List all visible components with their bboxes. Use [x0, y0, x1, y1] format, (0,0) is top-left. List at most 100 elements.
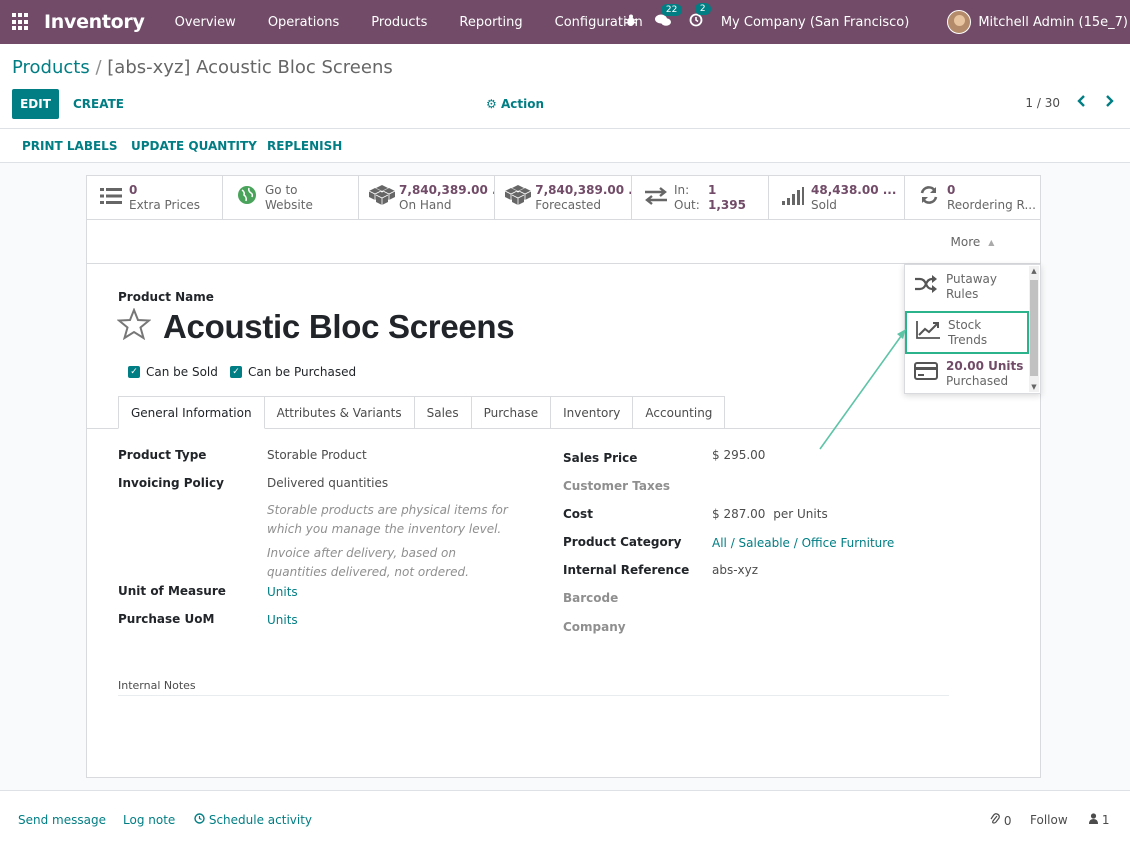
menu-reporting[interactable]: Reporting: [443, 15, 538, 30]
can-be-purchased-label: Can be Purchased: [248, 365, 357, 379]
on-hand-button[interactable]: 7,840,389.00 .. On Hand: [359, 176, 495, 220]
send-message-button[interactable]: Send message: [18, 813, 106, 827]
purchased-button[interactable]: 20.00 Units Purchased: [905, 352, 1029, 395]
out-value: 1,395: [708, 197, 746, 212]
activities-count-badge: 2: [694, 3, 711, 15]
out-label: Out:: [674, 197, 700, 212]
can-be-purchased-checkbox[interactable]: ✓ Can be Purchased: [230, 365, 356, 379]
user-avatar[interactable]: [947, 10, 972, 34]
action-menu[interactable]: ⚙ Action: [486, 97, 544, 111]
purchase-uom-label: Purchase UoM: [118, 612, 215, 626]
product-category-field[interactable]: All / Saleable / Office Furniture: [712, 536, 894, 550]
activities-icon[interactable]: 2: [689, 3, 711, 31]
follow-button[interactable]: Follow: [1030, 813, 1068, 827]
scroll-up-icon[interactable]: ▲: [1030, 267, 1038, 275]
product-category-label: Product Category: [563, 535, 682, 549]
product-title[interactable]: Acoustic Bloc Screens: [163, 308, 515, 346]
menu-operations[interactable]: Operations: [252, 15, 355, 30]
exchange-icon: [642, 186, 670, 210]
sold-value: 48,438.00 ...: [811, 182, 897, 197]
tab-inventory[interactable]: Inventory: [551, 396, 634, 429]
menu-overview[interactable]: Overview: [159, 15, 252, 30]
sales-price-field[interactable]: $ 295.00: [712, 448, 765, 462]
stock-trends-button[interactable]: Stock Trends: [905, 311, 1029, 354]
star-icon[interactable]: [116, 307, 152, 349]
internal-reference-field[interactable]: abs-xyz: [712, 563, 758, 577]
storable-help-text: Storable products are physical items for…: [267, 503, 508, 536]
sold-label: Sold: [811, 197, 837, 212]
reordering-rules-button[interactable]: 0 Reordering R...: [905, 176, 1040, 220]
stock-trends-label-line1: Stock: [948, 317, 982, 332]
breadcrumb-separator: /: [95, 57, 102, 78]
forecasted-label: Forecasted: [535, 197, 602, 212]
log-note-button[interactable]: Log note: [123, 813, 175, 827]
bug-icon[interactable]: [624, 14, 638, 31]
user-menu[interactable]: Mitchell Admin (15e_7): [978, 15, 1128, 30]
extra-prices-button[interactable]: 0 Extra Prices: [87, 176, 223, 220]
edit-button[interactable]: EDIT: [12, 89, 59, 119]
can-be-sold-checkbox[interactable]: ✓ Can be Sold: [128, 365, 218, 379]
breadcrumb-products-link[interactable]: Products: [12, 57, 90, 78]
invoicing-policy-field[interactable]: Delivered quantities: [267, 476, 388, 490]
check-icon: ✓: [230, 366, 242, 378]
tab-general-information[interactable]: General Information: [118, 396, 265, 429]
top-navbar: Inventory Overview Operations Products R…: [0, 0, 1130, 44]
refresh-icon: [915, 185, 943, 210]
caret-up-icon: ▲: [988, 237, 995, 247]
paperclip-icon: [990, 813, 1004, 828]
gear-icon: ⚙: [486, 97, 497, 111]
go-to-website-button[interactable]: Go to Website: [223, 176, 359, 220]
create-button[interactable]: CREATE: [73, 97, 124, 111]
cost-field[interactable]: $ 287.00 per Units: [712, 507, 828, 521]
schedule-activity-label: Schedule activity: [208, 813, 313, 827]
product-name-label: Product Name: [118, 290, 214, 304]
more-button[interactable]: More ▲: [905, 220, 1040, 264]
cubes-icon: [504, 185, 532, 210]
update-quantity-button[interactable]: UPDATE QUANTITY: [131, 139, 257, 153]
in-value: 1: [708, 182, 717, 197]
check-icon: ✓: [128, 366, 140, 378]
sold-button[interactable]: 48,438.00 ... Sold: [769, 176, 905, 220]
pager-value[interactable]: 1 / 30: [1025, 96, 1060, 110]
internal-notes-field[interactable]: [118, 695, 949, 696]
product-type-field[interactable]: Storable Product: [267, 448, 367, 462]
messages-icon[interactable]: 22: [654, 3, 683, 31]
user-icon: [1089, 813, 1102, 827]
messages-count-badge: 22: [660, 3, 683, 16]
menu-products[interactable]: Products: [355, 15, 443, 30]
apps-menu-icon[interactable]: [12, 13, 30, 31]
app-name[interactable]: Inventory: [44, 11, 145, 33]
company-switcher[interactable]: My Company (San Francisco): [721, 15, 909, 30]
chatter-bar: Send message Log note Schedule activity …: [0, 790, 1130, 852]
scroll-thumb[interactable]: [1030, 280, 1038, 376]
clock-icon: [194, 813, 209, 827]
in-out-button[interactable]: In: 1 Out: 1,395: [632, 176, 769, 220]
tab-purchase[interactable]: Purchase: [471, 396, 552, 429]
replenish-button[interactable]: REPLENISH: [267, 139, 342, 153]
unit-of-measure-field[interactable]: Units: [267, 585, 298, 599]
company-label: Company: [563, 620, 626, 634]
in-label: In:: [674, 182, 690, 197]
followers-button[interactable]: 1: [1089, 813, 1109, 827]
product-type-label: Product Type: [118, 448, 207, 462]
pager-next-button[interactable]: [1104, 93, 1120, 113]
scroll-down-icon[interactable]: ▼: [1030, 383, 1038, 391]
tab-sales[interactable]: Sales: [414, 396, 472, 429]
dropdown-scrollbar[interactable]: ▲ ▼: [1029, 266, 1039, 392]
attachments-button[interactable]: 0: [990, 813, 1011, 828]
tab-accounting[interactable]: Accounting: [633, 396, 726, 429]
cubes-icon: [368, 185, 396, 210]
putaway-rules-button[interactable]: Putaway Rules: [905, 265, 1029, 308]
tab-attributes-variants[interactable]: Attributes & Variants: [264, 396, 415, 429]
schedule-activity-button[interactable]: Schedule activity: [194, 813, 312, 827]
smart-button-box: 0 Extra Prices Go to Website 7,840,389.0…: [87, 176, 1040, 264]
forecasted-button[interactable]: 7,840,389.00 .. Forecasted: [495, 176, 632, 220]
print-labels-button[interactable]: PRINT LABELS: [22, 139, 117, 153]
putaway-label-line1: Putaway: [946, 271, 997, 286]
purchase-uom-field[interactable]: Units: [267, 613, 298, 627]
on-hand-label: On Hand: [399, 197, 452, 212]
invoice-help-text: Invoice after delivery, based on quantit…: [267, 546, 469, 579]
internal-notes-label: Internal Notes: [118, 679, 196, 692]
pager-previous-button[interactable]: [1077, 93, 1093, 113]
action-label: Action: [500, 97, 544, 111]
